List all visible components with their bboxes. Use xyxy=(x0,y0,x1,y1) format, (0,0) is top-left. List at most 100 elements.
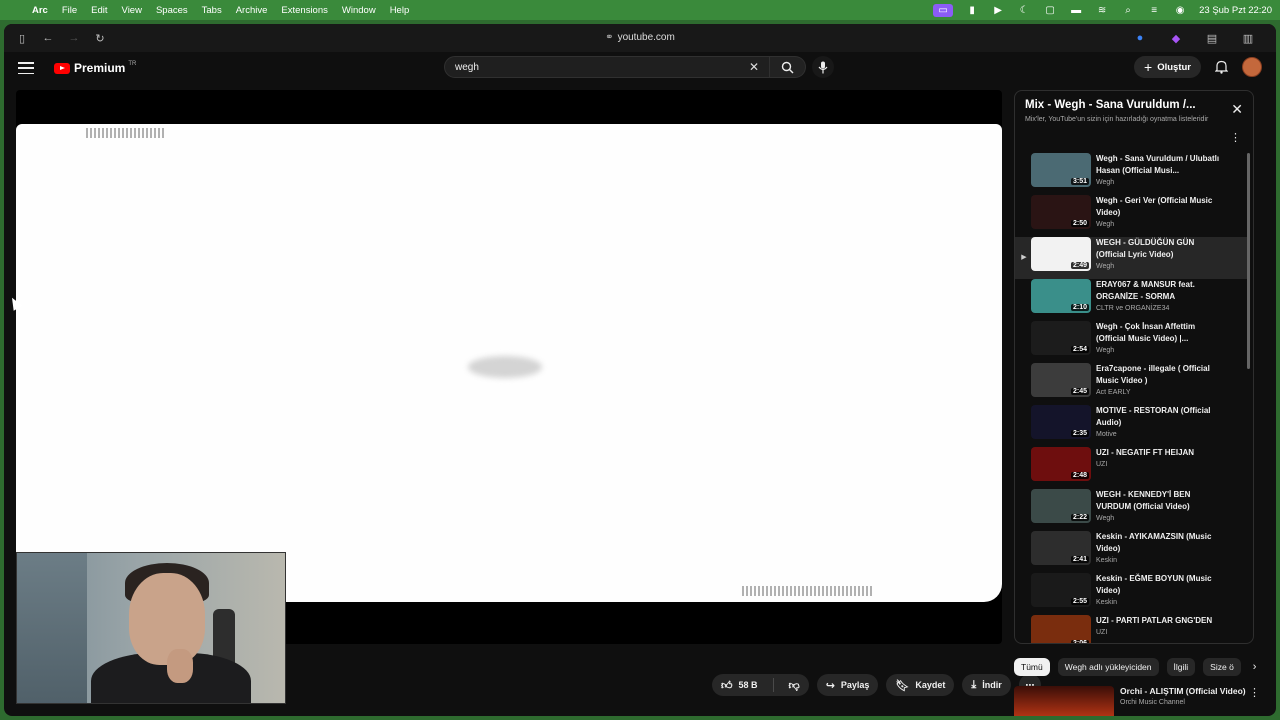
playlist-item[interactable]: 2:10 ERAY067 & MANSUR feat. ORGANİZE - SO… xyxy=(1015,279,1247,321)
chevron-right-icon[interactable]: › xyxy=(1253,661,1257,673)
screen-record-icon[interactable]: ▭ xyxy=(933,3,954,17)
related-video-item[interactable]: Orchi - ALIŞTIM (Official Video) Orchi M… xyxy=(1014,686,1276,716)
chip-all[interactable]: Tümü xyxy=(1014,658,1050,676)
search-button[interactable] xyxy=(770,56,806,78)
create-button[interactable]: + Oluştur xyxy=(1134,56,1201,78)
play-circle-icon[interactable]: ▶ xyxy=(991,5,1005,16)
playlist-item-thumbnail[interactable]: 2:49 xyxy=(1031,237,1091,271)
playlist-item[interactable]: 2:50 Wegh - Geri Ver (Official Music Vide… xyxy=(1015,195,1247,237)
menu-view[interactable]: View xyxy=(122,5,142,16)
playlist-item-thumbnail[interactable]: 2:54 xyxy=(1031,321,1091,355)
like-button[interactable]: 👍︎ 58 B xyxy=(712,674,767,696)
playlist-item-title[interactable]: Keskin - AYIKAMAZSIN (Music Video) xyxy=(1096,531,1226,555)
playlist-item[interactable]: 2:22 WEGH - KENNEDY'İ BEN VURDUM (Officia… xyxy=(1015,489,1247,531)
playlist-index xyxy=(1019,489,1029,505)
display-icon[interactable]: ▢ xyxy=(1043,5,1057,16)
close-playlist-icon[interactable]: ✕ xyxy=(1231,101,1243,118)
playlist-item-thumbnail[interactable]: 2:45 xyxy=(1031,363,1091,397)
playlist-item-title[interactable]: Wegh - Sana Vuruldum / Ulubatlı Hasan (O… xyxy=(1096,153,1226,177)
extension-blue-icon[interactable]: ● xyxy=(1132,30,1148,46)
dislike-button[interactable]: 👎︎ xyxy=(780,674,809,696)
playlist-item[interactable]: 2:55 Keskin - EĞME BOYUN (Music Video) Kes… xyxy=(1015,573,1247,615)
menu-spaces[interactable]: Spaces xyxy=(156,5,188,16)
url-bar[interactable]: ⚭ youtube.com xyxy=(4,32,1276,43)
playlist-item-title[interactable]: Wegh - Geri Ver (Official Music Video) xyxy=(1096,195,1226,219)
playlist-title[interactable]: Mix - Wegh - Sana Vuruldum /... xyxy=(1025,99,1243,111)
playlist-item[interactable]: 3:51 Wegh - Sana Vuruldum / Ulubatlı Hasa… xyxy=(1015,153,1247,195)
playlist-item[interactable]: 2:48 UZI - NEGATIF FT HEIJAN UZI xyxy=(1015,447,1247,489)
playlist-item-thumbnail[interactable]: 2:50 xyxy=(1031,195,1091,229)
playlist-item[interactable]: 2:06 UZI - PARTI PATLAR GNG'DEN UZI xyxy=(1015,615,1247,643)
download-button[interactable]: ⤓ İndir xyxy=(962,674,1011,696)
menu-archive[interactable]: Archive xyxy=(236,5,268,16)
playlist-item-thumbnail[interactable]: 2:22 xyxy=(1031,489,1091,523)
playlist-item-title[interactable]: Era7capone - illegale ( Official Music V… xyxy=(1096,363,1226,387)
bookmark-icon[interactable]: ▮ xyxy=(965,5,979,16)
playlist-item-thumbnail[interactable]: 3:51 xyxy=(1031,153,1091,187)
chip-related[interactable]: İlgili xyxy=(1166,658,1196,676)
playlist-item-title[interactable]: WEGH - GÜLDÜĞÜN GÜN (Official Lyric Vide… xyxy=(1096,237,1226,261)
split-view-icon[interactable]: ▥ xyxy=(1240,30,1256,46)
playlist-scrollbar[interactable] xyxy=(1247,153,1250,369)
share-button[interactable]: ↪ Paylaş xyxy=(816,674,879,696)
playlist-item-duration: 2:50 xyxy=(1070,220,1089,227)
menu-app-arc[interactable]: Arc xyxy=(32,5,48,16)
playlist-item-title[interactable]: MOTIVE - RESTORAN (Official Audio) xyxy=(1096,405,1226,429)
notifications-bell-icon[interactable] xyxy=(1215,60,1228,74)
video-actions: 👍︎ 58 B 👎︎ ↪ Paylaş 🔖︎ Kaydet ⤓ İndir ⋯ xyxy=(712,674,1041,696)
menu-extensions[interactable]: Extensions xyxy=(281,5,327,16)
save-button[interactable]: 🔖︎ Kaydet xyxy=(886,674,955,696)
playlist-item[interactable]: 2:54 Wegh - Çok İnsan Affettim (Official … xyxy=(1015,321,1247,363)
playlist-item-thumbnail[interactable]: 2:06 xyxy=(1031,615,1091,643)
user-avatar[interactable] xyxy=(1242,57,1262,77)
related-video-more-icon[interactable]: ⋮ xyxy=(1249,686,1260,699)
youtube-premium-logo[interactable]: Premium TR xyxy=(54,61,136,75)
menubar-datetime[interactable]: 23 Şub Pzt 22:20 xyxy=(1199,5,1272,16)
playlist-item[interactable]: 2:35 MOTIVE - RESTORAN (Official Audio) Mo… xyxy=(1015,405,1247,447)
wifi-icon[interactable]: ≋ xyxy=(1095,5,1109,16)
playlist-item-thumbnail[interactable]: 2:48 xyxy=(1031,447,1091,481)
playlist-item[interactable]: 2:41 Keskin - AYIKAMAZSIN (Music Video) Ke… xyxy=(1015,531,1247,573)
playlist-item-title[interactable]: Wegh - Çok İnsan Affettim (Official Musi… xyxy=(1096,321,1226,345)
playlist-item-duration: 2:06 xyxy=(1070,640,1089,643)
playlist-more-icon[interactable]: ⋮ xyxy=(1230,131,1241,144)
playlist-item-title[interactable]: UZI - PARTI PATLAR GNG'DEN xyxy=(1096,615,1226,627)
sidebar-toggle-icon[interactable]: ▯ xyxy=(14,30,30,46)
playlist-item[interactable]: ▶ 2:49 WEGH - GÜLDÜĞÜN GÜN (Official Lyric… xyxy=(1015,237,1247,279)
spotlight-search-icon[interactable]: ⌕ xyxy=(1121,5,1135,16)
playlist-item-title[interactable]: ERAY067 & MANSUR feat. ORGANİZE - SORMA xyxy=(1096,279,1226,303)
playlist-item-thumbnail[interactable]: 2:35 xyxy=(1031,405,1091,439)
playlist-index xyxy=(1019,615,1029,631)
playlist-item-thumbnail[interactable]: 2:10 xyxy=(1031,279,1091,313)
playlist-item-title[interactable]: WEGH - KENNEDY'İ BEN VURDUM (Official Vi… xyxy=(1096,489,1226,513)
menu-tabs[interactable]: Tabs xyxy=(202,5,222,16)
search-input[interactable] xyxy=(455,61,749,73)
moon-icon[interactable]: ☾ xyxy=(1017,5,1031,16)
related-video-channel[interactable]: Orchi Music Channel xyxy=(1120,699,1246,706)
tabs-icon[interactable]: ▤ xyxy=(1204,30,1220,46)
playlist-item-title[interactable]: Keskin - EĞME BOYUN (Music Video) xyxy=(1096,573,1226,597)
back-arrow-icon[interactable]: ← xyxy=(40,30,56,46)
forward-arrow-icon[interactable]: → xyxy=(66,30,82,46)
playlist-item-duration: 2:54 xyxy=(1070,346,1089,353)
chip-for-you[interactable]: Size ö xyxy=(1203,658,1241,676)
clear-search-icon[interactable]: ✕ xyxy=(749,60,759,74)
related-video-thumbnail[interactable] xyxy=(1014,686,1114,716)
menu-help[interactable]: Help xyxy=(390,5,410,16)
menu-edit[interactable]: Edit xyxy=(91,5,107,16)
playlist-item[interactable]: 2:45 Era7capone - illegale ( Official Mus… xyxy=(1015,363,1247,405)
battery-icon[interactable]: ▬ xyxy=(1069,5,1083,16)
hamburger-menu-icon[interactable] xyxy=(18,62,34,74)
playlist-item-title[interactable]: UZI - NEGATIF FT HEIJAN xyxy=(1096,447,1226,459)
playlist-item-thumbnail[interactable]: 2:55 xyxy=(1031,573,1091,607)
related-video-title[interactable]: Orchi - ALIŞTIM (Official Video) xyxy=(1120,686,1246,696)
voice-search-button[interactable] xyxy=(812,56,834,78)
menu-file[interactable]: File xyxy=(62,5,77,16)
playlist-item-thumbnail[interactable]: 2:41 xyxy=(1031,531,1091,565)
reload-icon[interactable]: ↻ xyxy=(92,30,108,46)
control-center-icon[interactable]: ≡ xyxy=(1147,5,1161,16)
chip-from-uploader[interactable]: Wegh adlı yükleyiciden xyxy=(1057,658,1159,676)
siri-icon[interactable]: ◉ xyxy=(1173,5,1187,16)
menu-window[interactable]: Window xyxy=(342,5,376,16)
extension-purple-icon[interactable]: ◆ xyxy=(1168,30,1184,46)
